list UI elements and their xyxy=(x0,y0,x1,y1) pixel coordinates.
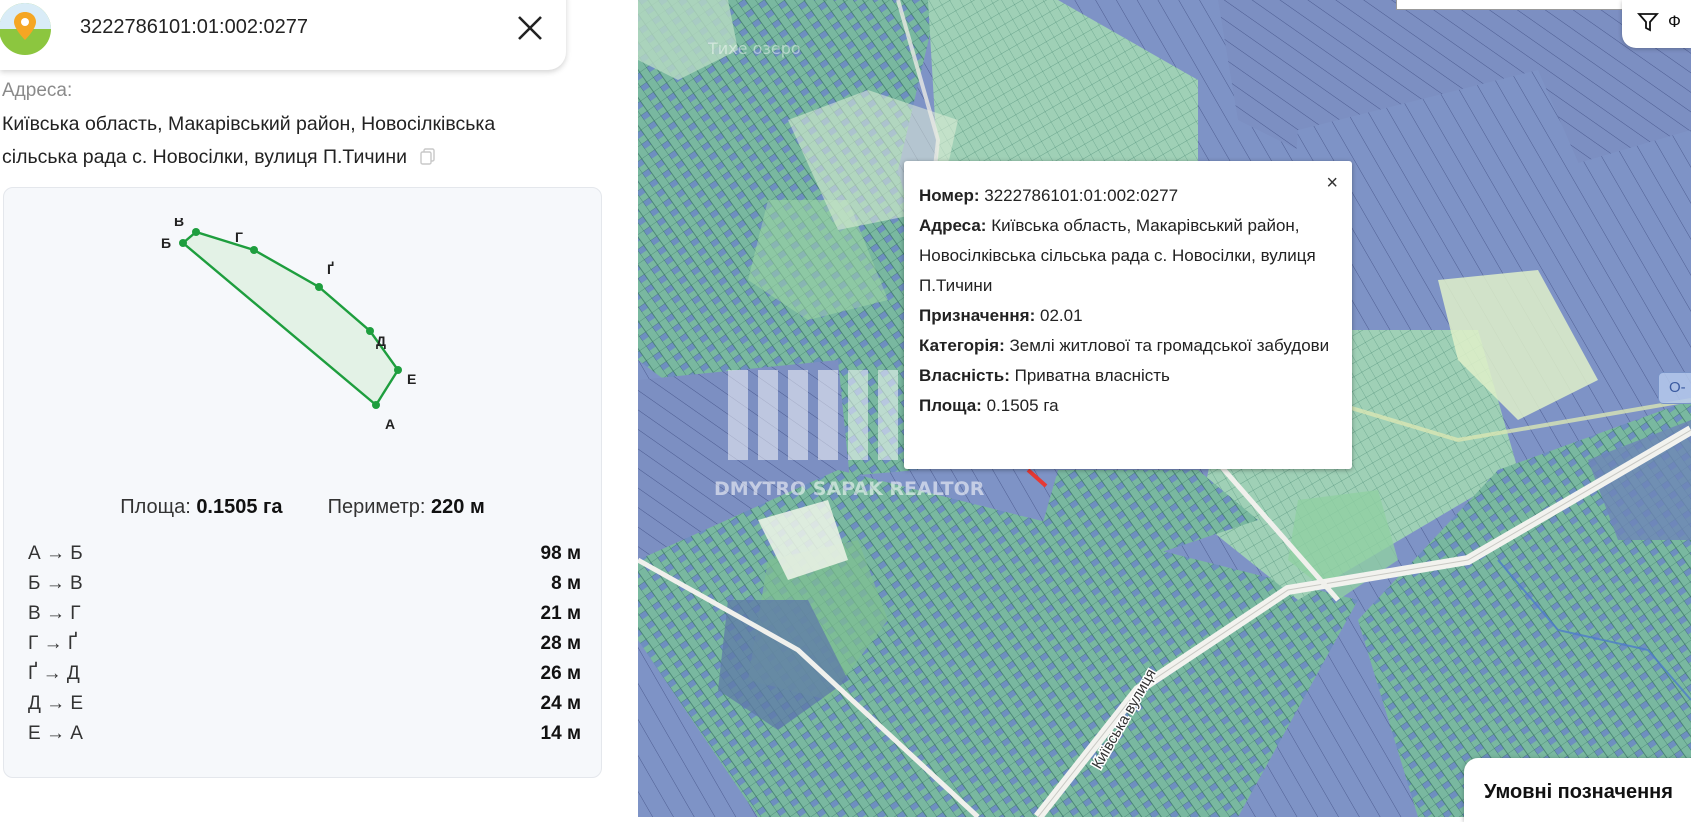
popup-number: Номер: 3222786101:01:002:0277 xyxy=(919,181,1334,211)
vertex-gg xyxy=(315,283,323,291)
popup-number-value: 3222786101:01:002:0277 xyxy=(984,186,1179,205)
segment-list: А → Б 98 м Б → В 8 м В → Г 21 м Г → Ґ 28 м Ґ… xyxy=(28,543,581,753)
vertex-v xyxy=(192,228,200,236)
area-value: 0.1505 га xyxy=(196,496,283,518)
popup-purpose: Призначення: 02.01 xyxy=(919,301,1334,331)
segment-name: Г → Ґ xyxy=(28,633,78,654)
popup-purpose-value: 02.01 xyxy=(1039,306,1083,325)
popup-category-value: Землі житлової та громадської забудови xyxy=(1009,336,1330,355)
perimeter-label: Периметр: xyxy=(327,496,426,518)
popup-area-value: 0.1505 га xyxy=(986,396,1059,415)
filter-button[interactable]: Ф xyxy=(1622,0,1691,48)
segment-length: 21 м xyxy=(540,603,581,624)
search-bar[interactable]: 3222786101:01:002:0277 xyxy=(0,0,566,70)
vertex-label-b: Б xyxy=(161,235,171,251)
parcel-shape-diagram: А Б В Г Ґ Д Е xyxy=(161,218,416,432)
popup-category-label: Категорія: xyxy=(919,336,1005,355)
segment-row: А → Б 98 м xyxy=(28,543,581,573)
popup-body: Номер: 3222786101:01:002:0277 Адреса: Ки… xyxy=(919,181,1334,421)
perimeter-value: 220 м xyxy=(431,496,485,518)
map-edge-badge[interactable]: О- xyxy=(1658,372,1691,404)
parcel-polygon xyxy=(181,230,400,407)
copy-icon[interactable] xyxy=(419,147,437,165)
vertex-label-g: Г xyxy=(235,229,243,245)
filter-label: Ф xyxy=(1668,12,1681,31)
vertex-g xyxy=(250,246,258,254)
vertex-label-e: Е xyxy=(407,371,416,387)
segment-length: 26 м xyxy=(540,663,581,684)
map-logo-icon xyxy=(0,3,51,55)
close-icon[interactable] xyxy=(510,8,550,48)
segment-row: Е → А 14 м xyxy=(28,723,581,753)
segment-length: 8 м xyxy=(551,573,581,594)
vertex-label-d: Д xyxy=(376,333,386,349)
segment-row: Д → Е 24 м xyxy=(28,693,581,723)
segment-length: 14 м xyxy=(540,723,581,744)
top-search-field[interactable] xyxy=(1396,0,1638,10)
info-panel: 3222786101:01:002:0277 Адреса: Київська … xyxy=(0,0,638,817)
popup-area-label: Площа: xyxy=(919,396,982,415)
segment-name: Д → Е xyxy=(28,693,84,714)
popup-address: Адреса: Київська область, Макарівський р… xyxy=(919,211,1334,301)
vertex-a xyxy=(372,401,380,409)
watermark-top-text: Тихе озеро xyxy=(707,39,801,58)
popup-number-label: Номер: xyxy=(919,186,980,205)
segment-length: 28 м xyxy=(540,633,581,654)
vertex-label-v: В xyxy=(174,218,184,229)
search-input[interactable]: 3222786101:01:002:0277 xyxy=(80,16,308,39)
map-edge-badge-text: О- xyxy=(1669,379,1686,396)
popup-ownership: Власність: Приватна власність xyxy=(919,361,1334,391)
parcel-card: А Б В Г Ґ Д Е Площа: 0.1505 га Периметр:… xyxy=(3,187,602,778)
address-label: Адреса: xyxy=(2,80,73,101)
watermark-text: DMYTRO SAPAK REALTOR xyxy=(714,478,985,500)
segment-row: В → Г 21 м xyxy=(28,603,581,633)
segment-row: Ґ → Д 26 м xyxy=(28,663,581,693)
popup-ownership-label: Власність: xyxy=(919,366,1010,385)
parcel-popup: × Номер: 3222786101:01:002:0277 Адреса: … xyxy=(904,161,1352,469)
segment-row: Г → Ґ 28 м xyxy=(28,633,581,663)
popup-ownership-value: Приватна власність xyxy=(1014,366,1170,385)
address-text: Київська область, Макарівський район, Но… xyxy=(2,108,562,174)
popup-purpose-label: Призначення: xyxy=(919,306,1036,325)
popup-area: Площа: 0.1505 га xyxy=(919,391,1334,421)
vertex-label-gg: Ґ xyxy=(327,261,334,277)
vertex-e xyxy=(394,366,402,374)
vertex-b xyxy=(179,239,187,247)
vertex-d xyxy=(366,327,374,335)
segment-name: Ґ → Д xyxy=(28,663,80,684)
segment-length: 98 м xyxy=(540,543,581,564)
area-label: Площа: xyxy=(120,496,191,518)
filter-icon xyxy=(1637,13,1659,32)
popup-category: Категорія: Землі житлової та громадської… xyxy=(919,331,1334,361)
legend-button[interactable]: Умовні позначення xyxy=(1464,758,1691,822)
parcel-stats: Площа: 0.1505 га Периметр: 220 м xyxy=(4,496,601,519)
legend-label: Умовні позначення xyxy=(1484,781,1673,803)
popup-address-label: Адреса: xyxy=(919,216,987,235)
segment-name: Б → В xyxy=(28,573,83,594)
segment-name: В → Г xyxy=(28,603,81,624)
segment-name: Е → А xyxy=(28,723,83,744)
vertex-label-a: А xyxy=(385,416,395,432)
segment-row: Б → В 8 м xyxy=(28,573,581,603)
segment-length: 24 м xyxy=(540,693,581,714)
segment-name: А → Б xyxy=(28,543,83,564)
